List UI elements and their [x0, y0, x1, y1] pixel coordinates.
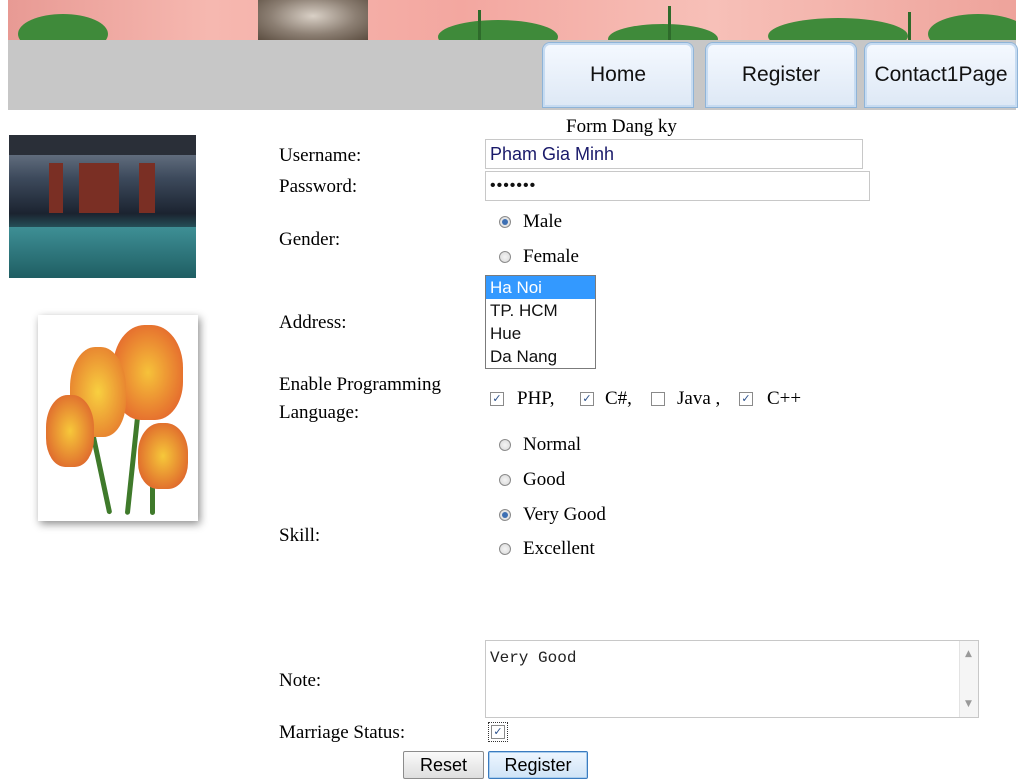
username-label: Username: — [279, 145, 362, 166]
address-option[interactable]: TP. HCM — [486, 299, 595, 322]
banner-leaf — [608, 24, 718, 40]
pool-photo — [9, 135, 196, 278]
banner-stem — [668, 6, 671, 40]
banner-leaf — [768, 18, 908, 40]
tab-register[interactable]: Register — [705, 42, 857, 108]
skill-very-good-label: Very Good — [523, 504, 606, 525]
php-label: PHP, — [517, 388, 555, 409]
banner-stem — [908, 12, 911, 40]
gender-label: Gender: — [279, 229, 341, 250]
gender-female-label: Female — [523, 246, 579, 267]
skill-normal-radio[interactable] — [499, 439, 511, 451]
form-title: Form Dang ky — [566, 116, 677, 137]
address-listbox[interactable]: Ha Noi TP. HCM Hue Da Nang — [485, 275, 596, 369]
address-option[interactable]: Hue — [486, 322, 595, 345]
csharp-label: C#, — [605, 388, 632, 409]
note-scrollbar[interactable]: ▲ ▼ — [959, 641, 978, 717]
cpp-checkbox[interactable]: ✓ — [739, 392, 753, 406]
pool-structure — [139, 163, 155, 213]
password-input[interactable]: ••••••• — [485, 171, 870, 201]
scroll-down-icon[interactable]: ▼ — [965, 699, 972, 709]
skill-very-good-radio[interactable] — [499, 509, 511, 521]
gender-male-radio[interactable] — [499, 216, 511, 228]
note-textarea[interactable]: Very Good ▲ ▼ — [485, 640, 979, 718]
skill-normal-label: Normal — [523, 434, 582, 455]
skill-good-radio[interactable] — [499, 474, 511, 486]
tab-contact[interactable]: Contact1Page — [864, 42, 1018, 108]
scroll-up-icon[interactable]: ▲ — [965, 649, 972, 659]
pool-structure — [49, 163, 63, 213]
tulip-flower — [138, 423, 188, 489]
marriage-label: Marriage Status: — [279, 722, 406, 743]
password-label: Password: — [279, 176, 358, 197]
pool-water — [9, 227, 196, 278]
skill-excellent-radio[interactable] — [499, 543, 511, 555]
tulip-flower — [46, 395, 94, 467]
pool-roof — [9, 135, 196, 155]
reset-button[interactable]: Reset — [403, 751, 484, 779]
skill-label: Skill: — [279, 525, 321, 546]
pool-structure — [79, 163, 119, 213]
banner-leaf — [438, 20, 558, 40]
username-input[interactable]: Pham Gia Minh — [485, 139, 863, 169]
language-label: Enable Programming — [279, 374, 441, 395]
skill-good-label: Good — [523, 469, 566, 490]
csharp-checkbox[interactable]: ✓ — [580, 392, 594, 406]
cpp-label: C++ — [767, 388, 802, 409]
banner-dog-photo — [258, 0, 368, 40]
note-label: Note: — [279, 670, 322, 691]
register-button[interactable]: Register — [488, 751, 588, 779]
banner-leaf — [18, 14, 108, 40]
php-checkbox[interactable]: ✓ — [490, 392, 504, 406]
java-label: Java , — [677, 388, 721, 409]
address-option[interactable]: Da Nang — [486, 345, 595, 368]
skill-excellent-label: Excellent — [523, 538, 595, 559]
language-label-line2: Language: — [279, 402, 360, 423]
tab-home[interactable]: Home — [542, 42, 694, 108]
marriage-checkbox[interactable]: ✓ — [488, 722, 508, 742]
gender-male-label: Male — [523, 211, 563, 232]
address-option[interactable]: Ha Noi — [486, 276, 595, 299]
header-banner-image — [8, 0, 1016, 40]
note-text: Very Good — [490, 649, 577, 667]
java-checkbox[interactable] — [651, 392, 665, 406]
address-label: Address: — [279, 312, 347, 333]
banner-stem — [478, 10, 481, 40]
banner-leaf — [928, 14, 1016, 40]
gender-female-radio[interactable] — [499, 251, 511, 263]
tulip-photo — [38, 315, 198, 521]
